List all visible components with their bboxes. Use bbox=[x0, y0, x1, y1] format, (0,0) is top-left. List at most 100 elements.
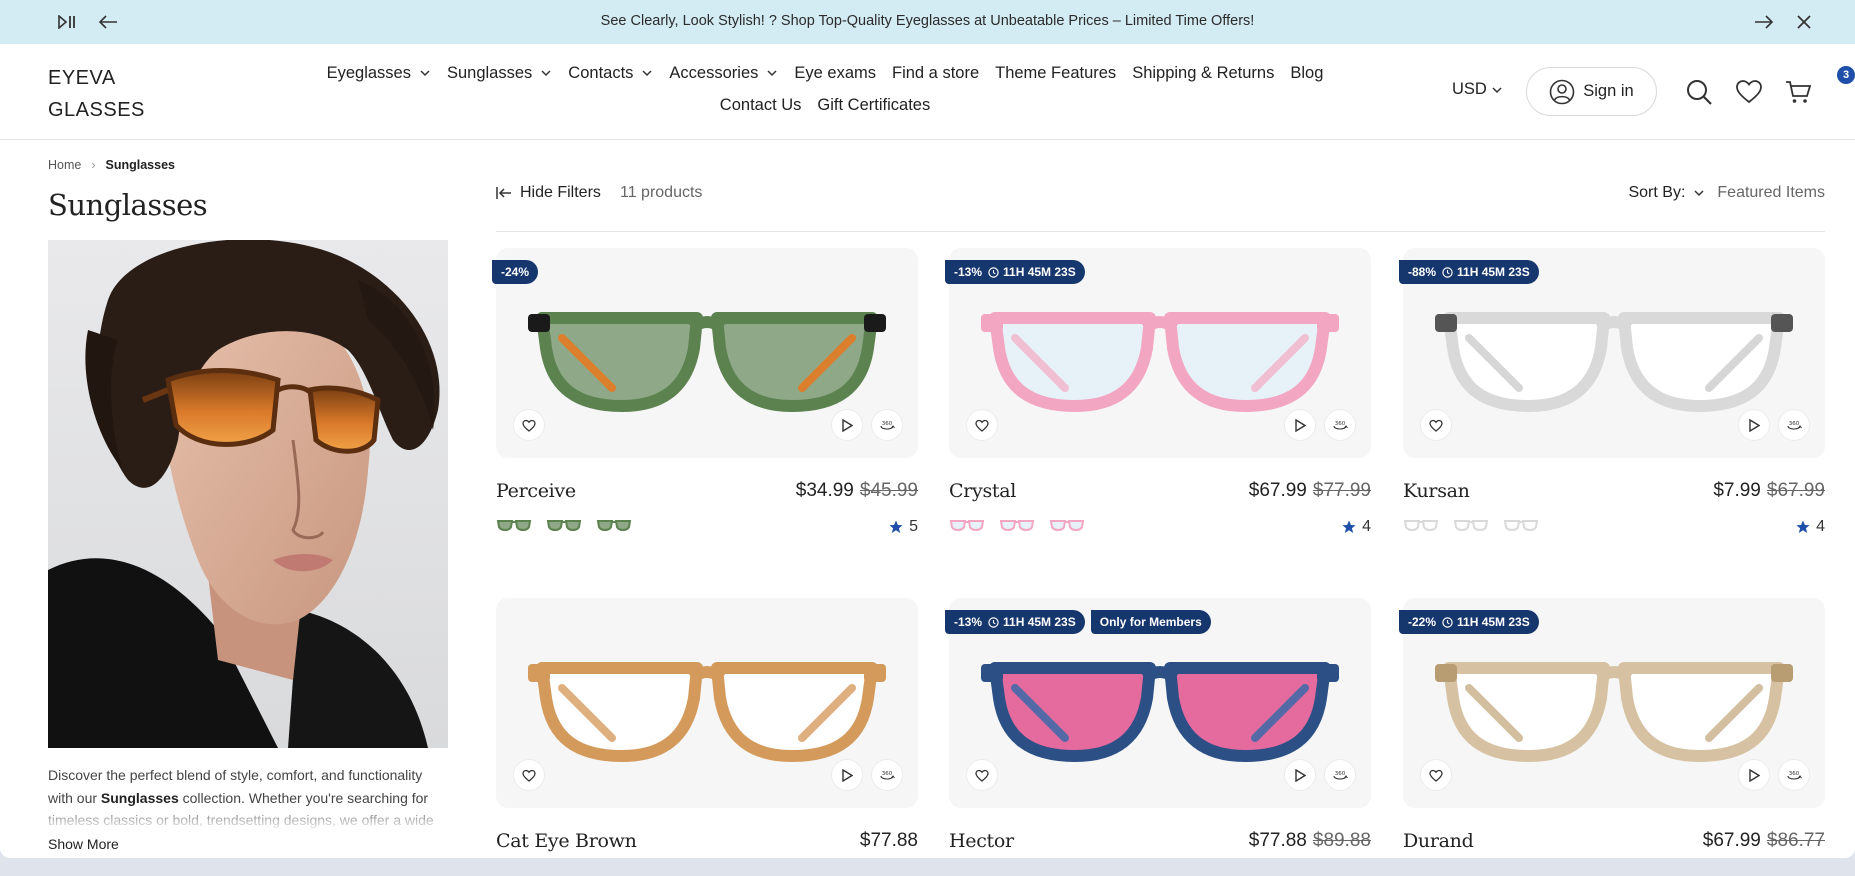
search-icon[interactable] bbox=[1685, 78, 1713, 106]
clock-icon bbox=[988, 616, 999, 628]
product-image[interactable] bbox=[1429, 288, 1799, 418]
nav-accessories[interactable]: Accessories bbox=[669, 62, 778, 84]
product-rating: 4 bbox=[1342, 518, 1371, 536]
collapse-left-icon bbox=[496, 187, 511, 199]
view-360-icon[interactable]: 360 bbox=[1325, 410, 1355, 440]
logo-line-1: EYEVA bbox=[48, 67, 116, 89]
nav-label: Contacts bbox=[568, 63, 634, 82]
nav-blog[interactable]: Blog bbox=[1290, 62, 1323, 84]
sale-price: $7.99 bbox=[1713, 480, 1761, 501]
wishlist-heart-icon[interactable] bbox=[1421, 410, 1451, 440]
hide-filters-button[interactable]: Hide Filters bbox=[496, 184, 601, 202]
original-price: $77.99 bbox=[1312, 480, 1371, 501]
site-logo[interactable]: EYEVA GLASSES bbox=[48, 62, 168, 126]
view-360-icon[interactable]: 360 bbox=[872, 410, 902, 440]
wishlist-heart-icon[interactable] bbox=[514, 760, 544, 790]
sale-price: $67.99 bbox=[1248, 480, 1307, 501]
sort-control[interactable]: Sort By: Featured Items bbox=[1628, 184, 1825, 202]
color-swatches bbox=[949, 518, 1085, 534]
nav-sunglasses[interactable]: Sunglasses bbox=[447, 62, 552, 84]
play-video-icon[interactable] bbox=[1739, 410, 1769, 440]
nav-contacts[interactable]: Contacts bbox=[568, 62, 653, 84]
play-video-icon[interactable] bbox=[1739, 760, 1769, 790]
nav-contact-us[interactable]: Contact Us bbox=[720, 94, 802, 116]
nav-gift-certificates[interactable]: Gift Certificates bbox=[817, 94, 930, 116]
color-swatch[interactable] bbox=[1049, 518, 1085, 534]
color-swatch[interactable] bbox=[1503, 518, 1539, 534]
sort-value[interactable]: Featured Items bbox=[1717, 184, 1825, 202]
product-image[interactable] bbox=[1429, 638, 1799, 768]
wishlist-heart-icon[interactable] bbox=[967, 760, 997, 790]
product-media[interactable]: -22% 11H 45M 23S 360 bbox=[1399, 598, 1825, 808]
color-swatch[interactable] bbox=[496, 518, 532, 534]
product-media[interactable]: -24% 360 bbox=[492, 248, 918, 458]
play-video-icon[interactable] bbox=[1285, 760, 1315, 790]
sale-price: $77.88 bbox=[859, 830, 918, 851]
color-swatch[interactable] bbox=[596, 518, 632, 534]
wishlist-heart-icon[interactable] bbox=[967, 410, 997, 440]
discount-value: -13% bbox=[954, 615, 983, 629]
badge-row: -88% 11H 45M 23S bbox=[1399, 260, 1539, 284]
play-video-icon[interactable] bbox=[1285, 410, 1315, 440]
svg-text:360: 360 bbox=[882, 771, 893, 777]
product-name[interactable]: Crystal bbox=[949, 480, 1016, 502]
announcement-message[interactable]: See Clearly, Look Stylish! ? Shop Top-Qu… bbox=[0, 13, 1855, 29]
product-name[interactable]: Hector bbox=[949, 830, 1014, 852]
color-swatch[interactable] bbox=[949, 518, 985, 534]
product-image[interactable] bbox=[522, 638, 892, 768]
sale-price: $77.88 bbox=[1248, 830, 1307, 851]
page-title: Sunglasses bbox=[48, 188, 208, 222]
rating-value: 5 bbox=[909, 518, 918, 535]
sign-in-button[interactable]: Sign in bbox=[1526, 67, 1657, 116]
product-name[interactable]: Cat Eye Brown bbox=[496, 830, 637, 852]
close-icon[interactable] bbox=[1792, 10, 1816, 34]
color-swatches bbox=[1403, 518, 1539, 534]
sale-price: $34.99 bbox=[795, 480, 854, 501]
nav-theme-features[interactable]: Theme Features bbox=[995, 62, 1116, 84]
arrow-right-icon[interactable] bbox=[1752, 10, 1776, 34]
sort-label[interactable]: Sort By: bbox=[1628, 184, 1685, 202]
product-image[interactable] bbox=[522, 288, 892, 418]
product-name[interactable]: Durand bbox=[1403, 830, 1474, 852]
product-price: $7.99 $67.99 bbox=[1713, 480, 1825, 502]
clock-icon bbox=[1442, 266, 1453, 278]
product-name[interactable]: Perceive bbox=[496, 480, 576, 502]
product-media[interactable]: -13% 11H 45M 23S 360 bbox=[945, 248, 1371, 458]
badge-row: -24% bbox=[492, 260, 539, 284]
color-swatch[interactable] bbox=[999, 518, 1035, 534]
color-swatch[interactable] bbox=[1453, 518, 1489, 534]
view-360-icon[interactable]: 360 bbox=[1779, 760, 1809, 790]
color-swatch[interactable] bbox=[1403, 518, 1439, 534]
wishlist-heart-icon[interactable] bbox=[514, 410, 544, 440]
play-video-icon[interactable] bbox=[832, 760, 862, 790]
product-image[interactable] bbox=[975, 288, 1345, 418]
product-media[interactable]: -88% 11H 45M 23S 360 bbox=[1399, 248, 1825, 458]
heart-icon[interactable] bbox=[1735, 78, 1763, 106]
color-swatch[interactable] bbox=[546, 518, 582, 534]
logo-line-2: GLASSES bbox=[48, 99, 145, 121]
svg-text:360: 360 bbox=[882, 421, 893, 427]
product-rating: 4 bbox=[1796, 518, 1825, 536]
show-more-link[interactable]: Show More bbox=[48, 836, 119, 852]
currency-value: USD bbox=[1452, 80, 1487, 98]
view-360-icon[interactable]: 360 bbox=[872, 760, 902, 790]
view-360-icon[interactable]: 360 bbox=[1779, 410, 1809, 440]
view-360-icon[interactable]: 360 bbox=[1325, 760, 1355, 790]
chevron-down-icon bbox=[642, 70, 652, 77]
browser-page: See Clearly, Look Stylish! ? Shop Top-Qu… bbox=[0, 0, 1855, 858]
product-image[interactable] bbox=[975, 638, 1345, 768]
breadcrumb-home[interactable]: Home bbox=[48, 158, 81, 172]
cart-icon[interactable] bbox=[1784, 78, 1812, 106]
nav-eyeglasses[interactable]: Eyeglasses bbox=[327, 62, 431, 84]
product-media[interactable]: 360 bbox=[496, 598, 918, 808]
chevron-down-icon bbox=[420, 70, 430, 77]
original-price: $86.77 bbox=[1766, 830, 1825, 851]
play-video-icon[interactable] bbox=[832, 410, 862, 440]
product-name[interactable]: Kursan bbox=[1403, 480, 1470, 502]
nav-shipping-returns[interactable]: Shipping & Returns bbox=[1132, 62, 1274, 84]
wishlist-heart-icon[interactable] bbox=[1421, 760, 1451, 790]
nav-eye-exams[interactable]: Eye exams bbox=[794, 62, 876, 84]
product-media[interactable]: -13% 11H 45M 23S Only for Members 360 bbox=[945, 598, 1371, 808]
currency-select[interactable]: USD bbox=[1452, 80, 1503, 99]
nav-find-a-store[interactable]: Find a store bbox=[892, 62, 979, 84]
